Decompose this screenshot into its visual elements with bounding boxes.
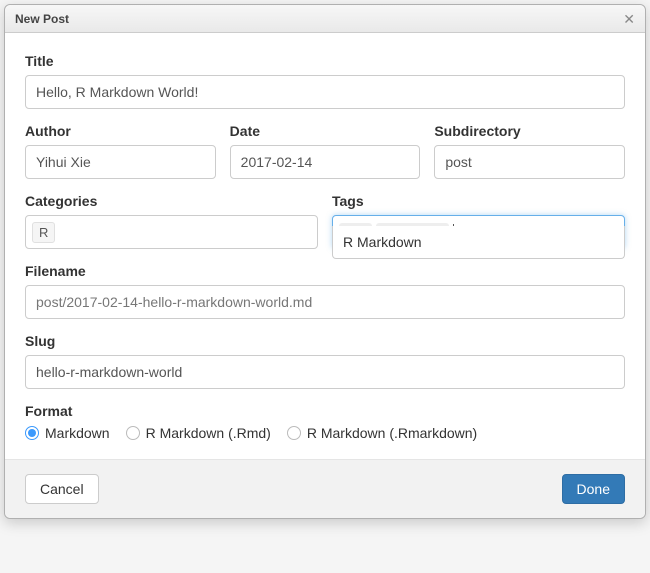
format-radio-group: Markdown R Markdown (.Rmd) R Markdown (.… — [25, 425, 625, 441]
date-input[interactable] — [230, 145, 421, 179]
format-option-rmarkdown[interactable]: R Markdown (.Rmarkdown) — [287, 425, 477, 441]
radio-label: R Markdown (.Rmd) — [146, 425, 271, 441]
slug-input[interactable] — [25, 355, 625, 389]
subdirectory-input[interactable] — [434, 145, 625, 179]
title-label: Title — [25, 53, 625, 69]
format-option-markdown[interactable]: Markdown — [25, 425, 110, 441]
new-post-dialog: New Post ✕ Title Author Date Subdirector… — [4, 4, 646, 519]
author-field: Author — [25, 123, 216, 179]
categories-label: Categories — [25, 193, 318, 209]
category-chip[interactable]: R — [32, 222, 55, 243]
tags-field: Tags plot regression R Markdown — [332, 193, 625, 249]
tags-label: Tags — [332, 193, 625, 209]
radio-label: Markdown — [45, 425, 110, 441]
filename-label: Filename — [25, 263, 625, 279]
categories-input[interactable]: R — [25, 215, 318, 249]
categories-field: Categories R — [25, 193, 318, 249]
dialog-content: Title Author Date Subdirectory Categorie… — [5, 33, 645, 441]
author-label: Author — [25, 123, 216, 139]
subdirectory-label: Subdirectory — [434, 123, 625, 139]
title-input[interactable] — [25, 75, 625, 109]
dialog-footer: Cancel Done — [5, 459, 645, 518]
tags-suggestion-item[interactable]: R Markdown — [343, 234, 422, 250]
dialog-title: New Post — [15, 12, 69, 26]
slug-field: Slug — [25, 333, 625, 389]
radio-icon — [287, 426, 301, 440]
format-option-rmd[interactable]: R Markdown (.Rmd) — [126, 425, 271, 441]
format-field: Format Markdown R Markdown (.Rmd) R Mark… — [25, 403, 625, 441]
tags-suggestion-dropdown[interactable]: R Markdown — [332, 226, 625, 259]
subdirectory-field: Subdirectory — [434, 123, 625, 179]
format-label: Format — [25, 403, 625, 419]
close-icon[interactable]: ✕ — [623, 12, 635, 26]
done-button[interactable]: Done — [562, 474, 625, 504]
radio-icon — [25, 426, 39, 440]
slug-label: Slug — [25, 333, 625, 349]
titlebar: New Post ✕ — [5, 5, 645, 33]
radio-label: R Markdown (.Rmarkdown) — [307, 425, 477, 441]
author-input[interactable] — [25, 145, 216, 179]
cancel-button[interactable]: Cancel — [25, 474, 99, 504]
filename-field: Filename — [25, 263, 625, 319]
filename-input[interactable] — [25, 285, 625, 319]
date-field: Date — [230, 123, 421, 179]
radio-icon — [126, 426, 140, 440]
date-label: Date — [230, 123, 421, 139]
title-field: Title — [25, 53, 625, 109]
